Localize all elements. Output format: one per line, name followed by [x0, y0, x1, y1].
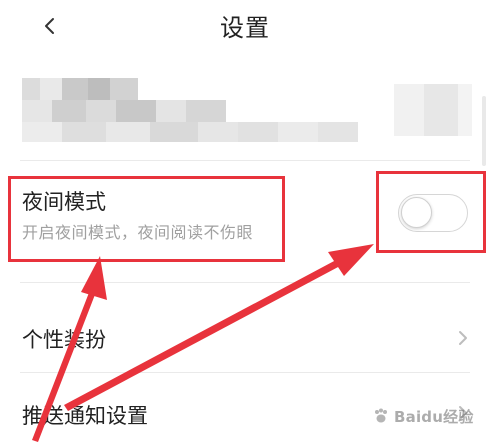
chevron-right-icon: [459, 331, 467, 345]
divider: [20, 160, 470, 161]
top-bar: 设置: [0, 0, 490, 54]
divider: [20, 282, 470, 283]
watermark: Baidu经验: [372, 396, 484, 436]
arrow-to-night-mode-toggle: [64, 244, 374, 411]
divider: [20, 372, 470, 373]
highlight-box-night-mode-toggle: [376, 171, 486, 253]
watermark-text: Baidu经验: [394, 407, 474, 426]
menu-item-label: 个性装扮: [22, 328, 106, 352]
paw-logo-icon: [375, 408, 387, 423]
highlight-box-night-mode-label: [8, 176, 285, 262]
account-profile-blurred[interactable]: [22, 78, 472, 144]
page-title: 设置: [220, 14, 270, 42]
scrollbar[interactable]: [482, 96, 486, 166]
menu-item-label: 推送通知设置: [22, 404, 148, 428]
